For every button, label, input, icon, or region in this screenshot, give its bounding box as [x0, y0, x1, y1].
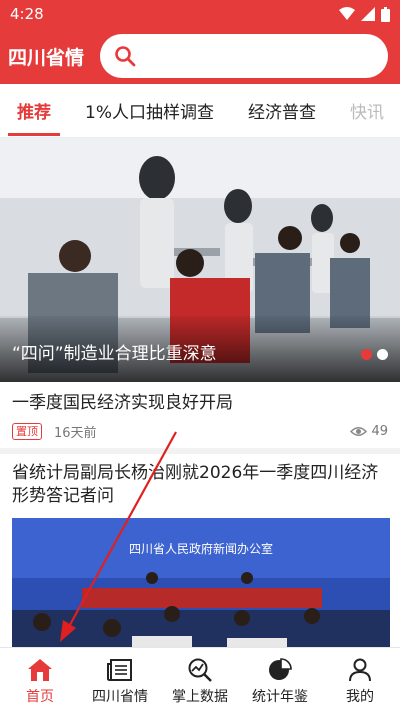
status-icons	[339, 6, 390, 22]
news-title: 省统计局副局长杨治刚就2026年一季度四川经济形势答记者问	[12, 463, 379, 506]
app-header: 四川省情	[0, 28, 400, 84]
press-conference-photo	[12, 518, 390, 658]
pie-chart-icon	[269, 658, 292, 680]
status-time: 4:28	[10, 5, 44, 23]
status-bar: 4:28	[0, 0, 400, 28]
news-time: 16天前	[54, 426, 97, 441]
news-thumbnail: 四川省人民政府新闻办公室	[12, 518, 390, 658]
tab-flash-news[interactable]: 快讯	[333, 84, 400, 137]
category-tabs: 推荐 1%人口抽样调查 经济普查 快讯	[0, 84, 400, 138]
press-banner-text: 四川省人民政府新闻办公室	[128, 542, 273, 556]
signal-icon	[361, 7, 375, 21]
brand-title: 四川省情	[8, 46, 85, 69]
nav-statistical-yearbook[interactable]: 统计年鉴	[240, 648, 320, 711]
nav-home[interactable]: 首页	[0, 648, 80, 711]
nav-sichuan-info[interactable]: 四川省情	[80, 648, 160, 711]
nav-mobile-data[interactable]: 掌上数据	[160, 648, 240, 711]
search-icon	[115, 46, 136, 67]
carousel-dot-active[interactable]	[361, 349, 372, 360]
pinned-badge: 置顶	[12, 423, 42, 440]
home-icon	[28, 659, 52, 681]
carousel-dot[interactable]	[377, 349, 388, 360]
news-title: 一季度国民经济实现良好开局	[12, 393, 233, 413]
bottom-navigation: 首页 四川省情 掌上数据 统计年鉴 我的	[0, 647, 400, 711]
search-chart-icon	[188, 658, 212, 682]
battery-icon	[381, 6, 390, 22]
nav-mine[interactable]: 我的	[320, 648, 400, 711]
banner-carousel[interactable]: “四问”制造业合理比重深意	[0, 138, 400, 382]
newspaper-icon	[107, 659, 132, 681]
person-icon	[349, 658, 371, 682]
carousel-dots	[361, 349, 388, 360]
wifi-icon	[339, 7, 355, 20]
tab-population-sample[interactable]: 1%人口抽样调查	[68, 84, 231, 137]
eye-icon	[350, 427, 368, 436]
search-input[interactable]	[100, 34, 388, 78]
view-count: 49	[350, 424, 388, 439]
tab-recommend[interactable]: 推荐	[0, 84, 68, 137]
news-item[interactable]: 省统计局副局长杨治刚就2026年一季度四川经济形势答记者问 四川省人民政府新闻办…	[0, 454, 400, 658]
news-meta: 置顶 16天前 49	[12, 422, 388, 441]
tab-economic-census[interactable]: 经济普查	[231, 84, 333, 137]
news-item[interactable]: 一季度国民经济实现良好开局 置顶 16天前 49	[0, 382, 400, 454]
banner-caption: “四问”制造业合理比重深意	[0, 316, 400, 382]
